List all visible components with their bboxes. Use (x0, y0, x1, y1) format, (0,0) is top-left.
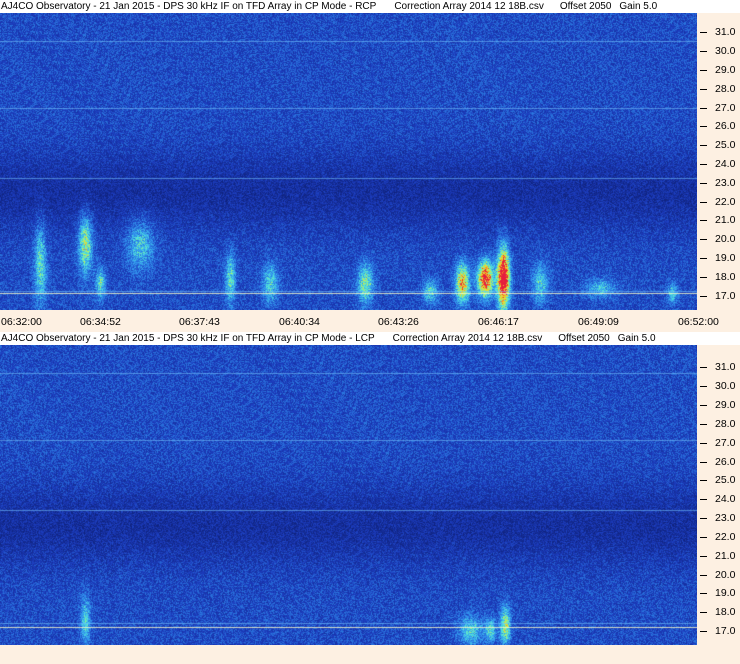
rcp-xtick-label: 06:37:43 (179, 316, 220, 328)
rcp-ytick-label: 21.0 (715, 214, 736, 226)
rcp-ytick-label: 18.0 (715, 271, 736, 283)
rcp-ytick: 27.0 (700, 102, 740, 114)
rcp-xtick-label: 06:46:17 (478, 316, 519, 328)
lcp-ytick: 22.0 (700, 531, 740, 543)
lcp-spectrogram-canvas (0, 345, 697, 645)
rcp-ytick: 22.0 (700, 196, 740, 208)
lcp-ytick-label: 29.0 (715, 399, 736, 411)
lcp-panel: AJ4CO Observatory - 21 Jan 2015 - DPS 30… (0, 332, 740, 664)
lcp-ytick-label: 20.0 (715, 569, 736, 581)
lcp-ytick: 24.0 (700, 493, 740, 505)
rcp-xtick-label: 06:32:00 (1, 316, 42, 328)
rcp-gain-label: Gain 5.0 (619, 1, 658, 12)
lcp-title-bar: AJ4CO Observatory - 21 Jan 2015 - DPS 30… (0, 332, 740, 345)
rcp-ytick-label: 25.0 (715, 139, 736, 151)
lcp-ytick-label: 25.0 (715, 474, 736, 486)
lcp-ytick: 29.0 (700, 399, 740, 411)
lcp-ytick: 18.0 (700, 606, 740, 618)
lcp-ytick: 17.0 (700, 625, 740, 637)
rcp-ytick-label: 31.0 (715, 26, 736, 38)
rcp-ytick: 24.0 (700, 158, 740, 170)
lcp-bottom-strip (0, 645, 740, 664)
rcp-ytick-label: 28.0 (715, 83, 736, 95)
rcp-offset-label: Offset 2050 (559, 1, 612, 12)
lcp-ytick: 28.0 (700, 418, 740, 430)
rcp-ytick-label: 27.0 (715, 102, 736, 114)
lcp-ytick: 21.0 (700, 550, 740, 562)
lcp-ytick: 30.0 (700, 380, 740, 392)
rcp-xtick-label: 06:34:52 (80, 316, 121, 328)
rcp-ytick: 26.0 (700, 120, 740, 132)
rcp-frequency-axis: 31.0 30.0 29.0 28.0 27.0 26.0 25.0 24.0 … (697, 13, 740, 310)
lcp-frequency-axis: 31.0 30.0 29.0 28.0 27.0 26.0 25.0 24.0 … (697, 345, 740, 645)
lcp-ytick: 19.0 (700, 587, 740, 599)
lcp-offset-label: Offset 2050 (558, 333, 610, 344)
rcp-ytick-label: 19.0 (715, 252, 736, 264)
rcp-ytick-label: 29.0 (715, 64, 736, 76)
rcp-ytick: 21.0 (700, 214, 740, 226)
lcp-ytick: 25.0 (700, 474, 740, 486)
rcp-ytick-label: 24.0 (715, 158, 736, 170)
rcp-ytick: 18.0 (700, 271, 740, 283)
rcp-xtick-label: 06:43:26 (378, 316, 419, 328)
rcp-ytick-label: 30.0 (715, 45, 736, 57)
rcp-panel: AJ4CO Observatory - 21 Jan 2015 - DPS 30… (0, 0, 740, 330)
lcp-correction-label: Correction Array 2014 12 18B.csv (392, 333, 543, 344)
rcp-ytick: 29.0 (700, 64, 740, 76)
rcp-ytick: 19.0 (700, 252, 740, 264)
rcp-ytick-label: 26.0 (715, 120, 736, 132)
rcp-ytick-label: 23.0 (715, 177, 736, 189)
lcp-ytick-label: 31.0 (715, 361, 736, 373)
lcp-title: AJ4CO Observatory - 21 Jan 2015 - DPS 30… (1, 333, 375, 344)
rcp-title: AJ4CO Observatory - 21 Jan 2015 - DPS 30… (1, 1, 377, 12)
rcp-spectrogram-canvas (0, 13, 697, 310)
lcp-ytick-label: 18.0 (715, 606, 736, 618)
rcp-ytick: 20.0 (700, 233, 740, 245)
rcp-ytick: 30.0 (700, 45, 740, 57)
rcp-xtick-label: 06:49:09 (578, 316, 619, 328)
lcp-ytick-label: 19.0 (715, 587, 736, 599)
lcp-gain-label: Gain 5.0 (617, 333, 656, 344)
lcp-spectrogram[interactable] (0, 345, 697, 645)
lcp-ytick-label: 22.0 (715, 531, 736, 543)
rcp-ytick-label: 22.0 (715, 196, 736, 208)
rcp-ytick-label: 20.0 (715, 233, 736, 245)
lcp-ytick-label: 28.0 (715, 418, 736, 430)
rcp-xtick-label: 06:52:00 (678, 316, 719, 328)
lcp-ytick: 23.0 (700, 512, 740, 524)
rcp-ytick-label: 17.0 (715, 290, 736, 302)
rcp-ytick: 25.0 (700, 139, 740, 151)
rcp-ytick: 23.0 (700, 177, 740, 189)
lcp-ytick-label: 21.0 (715, 550, 736, 562)
lcp-ytick-label: 26.0 (715, 456, 736, 468)
lcp-ytick-label: 23.0 (715, 512, 736, 524)
rcp-time-axis: 06:32:00 06:34:52 06:37:43 06:40:34 06:4… (0, 310, 740, 330)
lcp-ytick: 26.0 (700, 456, 740, 468)
rcp-spectrogram[interactable] (0, 13, 697, 310)
lcp-ytick-label: 30.0 (715, 380, 736, 392)
rcp-title-bar: AJ4CO Observatory - 21 Jan 2015 - DPS 30… (0, 0, 740, 13)
rcp-ytick: 31.0 (700, 26, 740, 38)
rcp-correction-label: Correction Array 2014 12 18B.csv (394, 1, 544, 12)
lcp-ytick-label: 27.0 (715, 437, 736, 449)
rcp-xtick-label: 06:40:34 (279, 316, 320, 328)
lcp-ytick-label: 24.0 (715, 493, 736, 505)
lcp-ytick: 31.0 (700, 361, 740, 373)
lcp-ytick: 27.0 (700, 437, 740, 449)
lcp-ytick: 20.0 (700, 569, 740, 581)
rcp-ytick: 28.0 (700, 83, 740, 95)
rcp-ytick: 17.0 (700, 290, 740, 302)
lcp-ytick-label: 17.0 (715, 625, 736, 637)
